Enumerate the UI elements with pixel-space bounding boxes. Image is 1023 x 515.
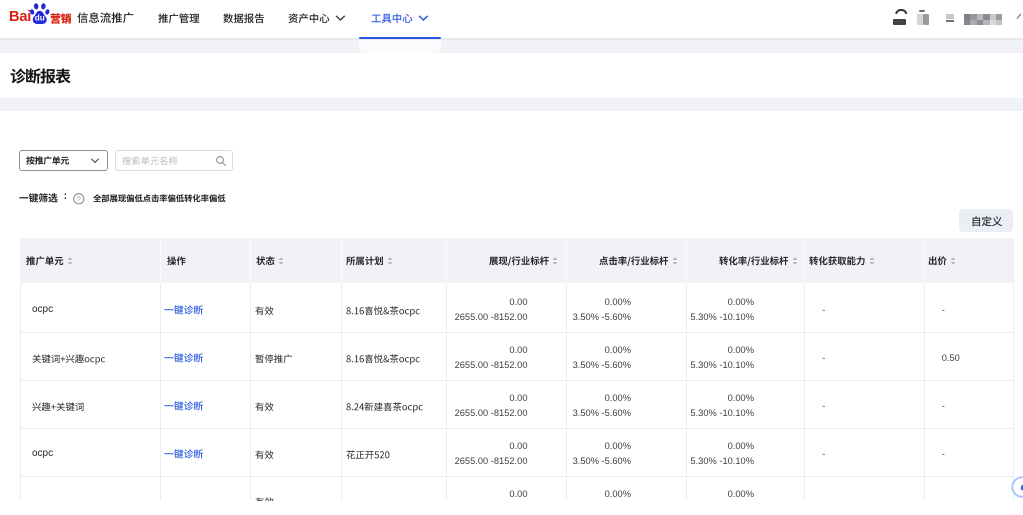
svg-text:du: du <box>35 13 45 22</box>
svg-text:?: ? <box>77 194 81 203</box>
